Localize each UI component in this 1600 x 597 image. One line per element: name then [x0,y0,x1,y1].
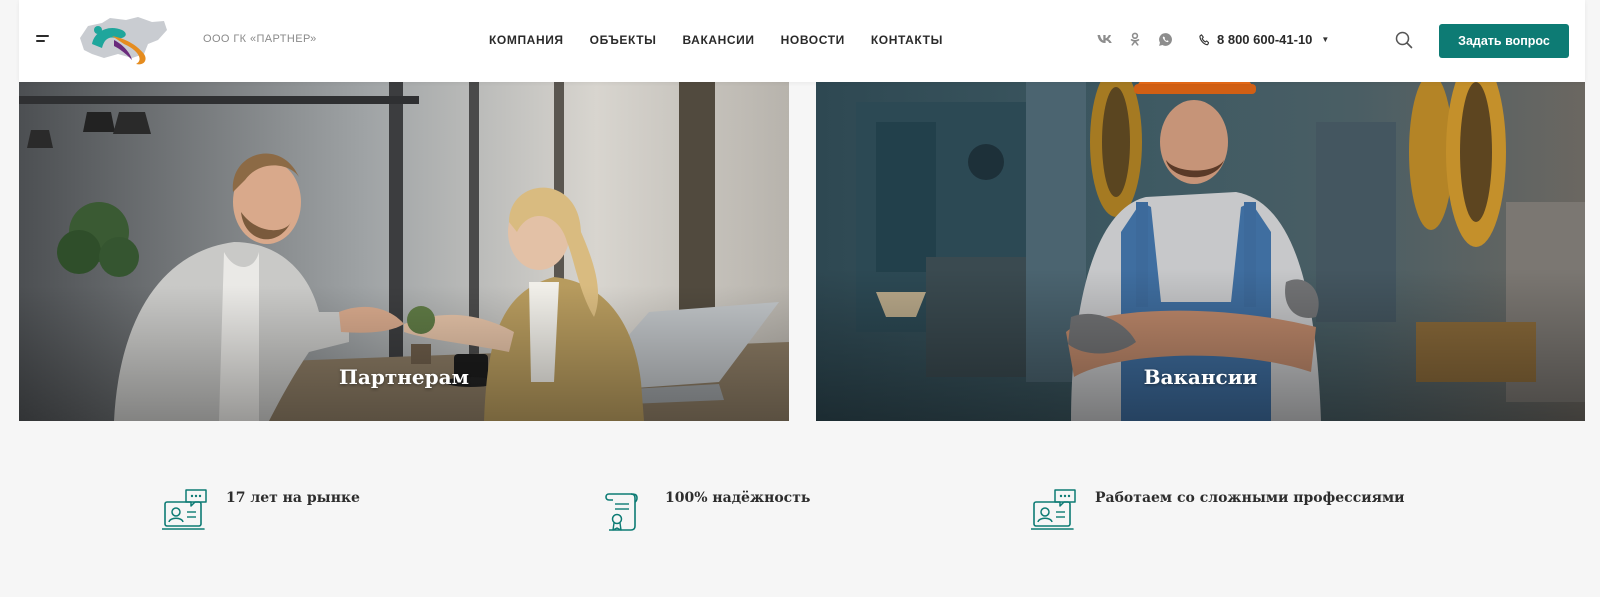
chevron-down-icon: ▼ [1321,35,1330,44]
search-icon[interactable] [1395,31,1413,49]
online-consultant-icon [162,489,207,530]
phone-dropdown[interactable]: 8 800 600-41-10 ▼ [1199,32,1329,47]
card-title: Партнерам [339,365,469,389]
nav-item-contacts[interactable]: КОНТАКТЫ [871,33,943,47]
phone-number: 8 800 600-41-10 [1217,32,1313,47]
vk-icon[interactable] [1097,31,1113,47]
feature-item: 17 лет на рынке [162,488,360,534]
feature-item: Работаем со сложными профессиями [1031,488,1405,534]
card-vacancies[interactable]: Вакансии [816,82,1585,421]
card-partners[interactable]: Партнерам [19,82,789,421]
certificate-scroll-icon [605,493,638,531]
nav-item-company[interactable]: КОМПАНИЯ [489,33,564,47]
main-nav: КОМПАНИЯ ОБЪЕКТЫ ВАКАНСИИ НОВОСТИ КОНТАК… [489,33,969,47]
feature-item: 100% надёжность [601,488,810,534]
online-consultant-icon [1031,489,1076,530]
whatsapp-icon[interactable] [1157,31,1173,47]
nav-item-news[interactable]: НОВОСТИ [781,33,845,47]
nav-item-vacancies[interactable]: ВАКАНСИИ [683,33,755,47]
odnoklassniki-icon[interactable] [1127,31,1143,47]
ask-question-button[interactable]: Задать вопрос [1439,24,1569,58]
site-header: ООО ГК «ПАРТНЕР» КОМПАНИЯ ОБЪЕКТЫ ВАКАНС… [19,0,1585,82]
nav-item-objects[interactable]: ОБЪЕКТЫ [590,33,657,47]
feature-text: 100% надёжность [665,490,811,506]
feature-text: 17 лет на рынке [226,490,360,506]
social-links [1097,31,1173,47]
menu-burger-icon[interactable] [36,33,52,45]
company-name: ООО ГК «ПАРТНЕР» [203,33,317,45]
phone-icon [1199,33,1209,46]
card-title: Вакансии [1143,365,1258,389]
feature-text: Работаем со сложными профессиями [1095,490,1405,506]
company-logo[interactable] [74,14,169,68]
